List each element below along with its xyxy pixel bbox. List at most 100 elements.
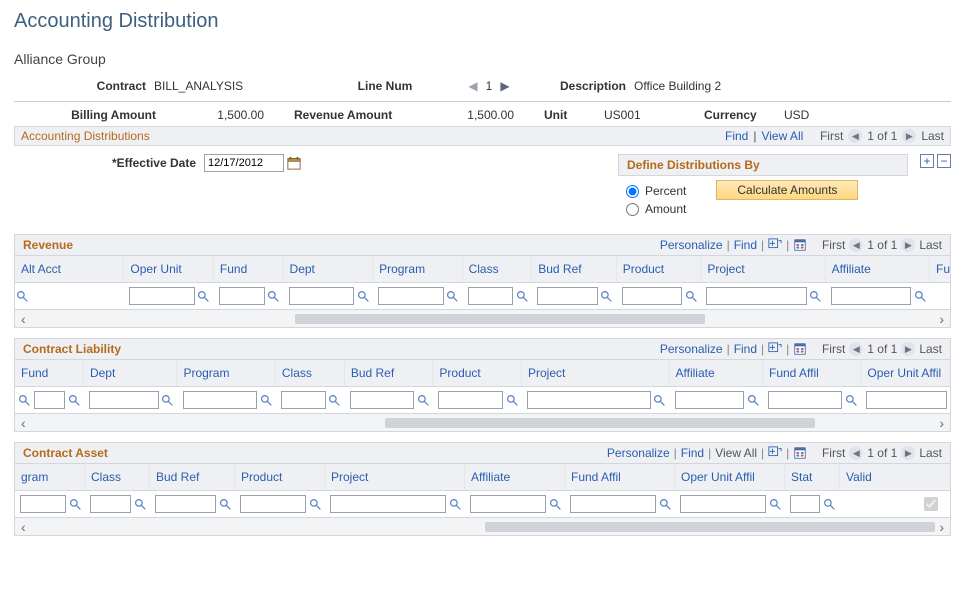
lookup-icon[interactable] xyxy=(515,289,529,303)
lookup-icon[interactable] xyxy=(416,393,430,407)
lookup-icon[interactable] xyxy=(844,393,858,407)
line-prev-icon[interactable]: ◀ xyxy=(468,79,477,93)
lookup-icon[interactable] xyxy=(600,289,614,303)
l-operunitaffil-input[interactable] xyxy=(866,391,947,409)
download-icon[interactable] xyxy=(793,342,807,356)
a-affiliate-input[interactable] xyxy=(470,495,546,513)
l-class-input[interactable] xyxy=(281,391,326,409)
acol-project[interactable]: Project xyxy=(325,464,465,490)
asset-next-icon[interactable]: ▶ xyxy=(901,446,915,460)
asset-find-link[interactable]: Find xyxy=(681,446,704,460)
dept-input[interactable] xyxy=(289,287,355,305)
liability-personalize-link[interactable]: Personalize xyxy=(660,342,723,356)
lookup-icon[interactable] xyxy=(822,497,836,511)
col-product[interactable]: Product xyxy=(617,256,702,282)
lcol-fundaffil[interactable]: Fund Affil xyxy=(763,360,861,386)
col-program[interactable]: Program xyxy=(373,256,463,282)
col-class[interactable]: Class xyxy=(463,256,533,282)
acol-stat[interactable]: Stat xyxy=(785,464,840,490)
a-product-input[interactable] xyxy=(240,495,306,513)
lookup-icon[interactable] xyxy=(197,289,211,303)
budref-input[interactable] xyxy=(537,287,598,305)
revenue-find-link[interactable]: Find xyxy=(734,238,757,252)
col-fund[interactable]: Fund xyxy=(214,256,284,282)
scroll-left-icon[interactable]: ‹ xyxy=(21,519,26,535)
scroll-left-icon[interactable]: ‹ xyxy=(21,311,26,327)
amount-radio[interactable] xyxy=(626,203,639,216)
lookup-icon[interactable] xyxy=(161,393,175,407)
liability-prev-icon[interactable]: ◀ xyxy=(849,342,863,356)
lookup-icon[interactable] xyxy=(653,393,667,407)
lcol-class[interactable]: Class xyxy=(276,360,345,386)
l-project-input[interactable] xyxy=(527,391,651,409)
lookup-icon[interactable] xyxy=(913,289,927,303)
lookup-icon[interactable] xyxy=(15,289,29,303)
a-stat-input[interactable] xyxy=(790,495,820,513)
acct-dist-find-link[interactable]: Find xyxy=(725,129,748,143)
lookup-icon[interactable] xyxy=(505,393,519,407)
col-affiliate[interactable]: Affiliate xyxy=(826,256,930,282)
col-oper-unit[interactable]: Oper Unit xyxy=(124,256,214,282)
acol-affiliate[interactable]: Affiliate xyxy=(465,464,565,490)
scroll-right-icon[interactable]: › xyxy=(939,311,944,327)
asset-scrollbar[interactable]: ‹ › xyxy=(15,517,950,535)
calculate-amounts-button[interactable]: Calculate Amounts xyxy=(716,180,858,200)
acol-gram[interactable]: gram xyxy=(15,464,85,490)
scroll-right-icon[interactable]: › xyxy=(939,415,944,431)
liability-next-icon[interactable]: ▶ xyxy=(901,342,915,356)
lcol-project[interactable]: Project xyxy=(522,360,670,386)
asset-personalize-link[interactable]: Personalize xyxy=(607,446,670,460)
liability-scrollbar[interactable]: ‹ › xyxy=(15,413,950,431)
calendar-icon[interactable] xyxy=(287,156,301,170)
acct-dist-viewall-link[interactable]: View All xyxy=(761,129,803,143)
acct-dist-prev-icon[interactable]: ◀ xyxy=(848,129,862,143)
download-icon[interactable] xyxy=(793,238,807,252)
program-input[interactable] xyxy=(378,287,444,305)
asset-prev-icon[interactable]: ◀ xyxy=(849,446,863,460)
lcol-dept[interactable]: Dept xyxy=(84,360,178,386)
l-fundaffil-input[interactable] xyxy=(768,391,842,409)
acol-valid[interactable]: Valid xyxy=(840,464,950,490)
project-input[interactable] xyxy=(706,287,806,305)
lookup-icon[interactable] xyxy=(548,497,562,511)
lcol-fund[interactable]: Fund xyxy=(15,360,84,386)
product-input[interactable] xyxy=(622,287,683,305)
a-class-input[interactable] xyxy=(90,495,131,513)
line-next-icon[interactable]: ▶ xyxy=(500,79,509,93)
acol-operunitaffil[interactable]: Oper Unit Affil xyxy=(675,464,785,490)
percent-radio[interactable] xyxy=(626,185,639,198)
col-fu[interactable]: Fu xyxy=(930,256,950,282)
download-icon[interactable] xyxy=(793,446,807,460)
a-project-input[interactable] xyxy=(330,495,446,513)
asset-viewall[interactable]: View All xyxy=(715,446,757,460)
l-program-input[interactable] xyxy=(183,391,257,409)
revenue-next-icon[interactable]: ▶ xyxy=(901,238,915,252)
lcol-affiliate[interactable]: Affiliate xyxy=(670,360,764,386)
col-dept[interactable]: Dept xyxy=(284,256,374,282)
acol-fundaffil[interactable]: Fund Affil xyxy=(565,464,675,490)
class-input[interactable] xyxy=(468,287,514,305)
acol-budref[interactable]: Bud Ref xyxy=(150,464,235,490)
lookup-icon[interactable] xyxy=(328,393,342,407)
col-budref[interactable]: Bud Ref xyxy=(532,256,617,282)
affiliate-input[interactable] xyxy=(831,287,911,305)
a-fundaffil-input[interactable] xyxy=(570,495,656,513)
lookup-icon[interactable] xyxy=(448,497,462,511)
scroll-left-icon[interactable]: ‹ xyxy=(21,415,26,431)
acol-product[interactable]: Product xyxy=(235,464,325,490)
effective-date-input[interactable] xyxy=(204,154,284,172)
acct-dist-next-icon[interactable]: ▶ xyxy=(902,129,916,143)
add-row-icon[interactable]: + xyxy=(920,154,934,168)
lookup-icon[interactable] xyxy=(67,393,81,407)
lookup-icon[interactable] xyxy=(259,393,273,407)
scroll-right-icon[interactable]: › xyxy=(939,519,944,535)
lookup-icon[interactable] xyxy=(746,393,760,407)
l-fund-input[interactable] xyxy=(34,391,65,409)
lookup-icon[interactable] xyxy=(356,289,370,303)
l-dept-input[interactable] xyxy=(89,391,158,409)
col-project[interactable]: Project xyxy=(701,256,825,282)
l-budref-input[interactable] xyxy=(350,391,415,409)
l-product-input[interactable] xyxy=(438,391,503,409)
fund-input[interactable] xyxy=(219,287,265,305)
lookup-icon[interactable] xyxy=(218,497,232,511)
